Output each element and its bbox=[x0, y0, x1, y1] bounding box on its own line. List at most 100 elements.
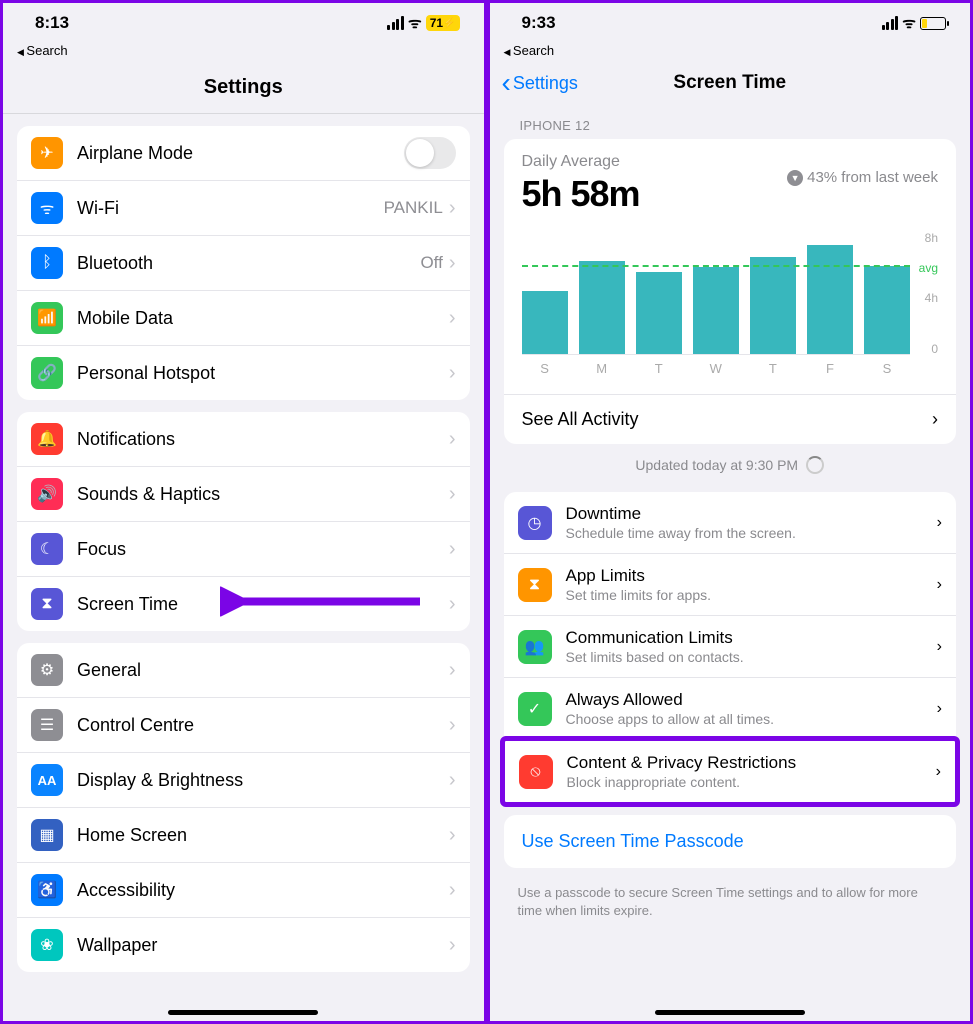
chevron-icon: › bbox=[937, 700, 942, 718]
chart-bar bbox=[522, 291, 568, 354]
breadcrumb[interactable]: Search bbox=[490, 43, 971, 64]
option-app-limits[interactable]: ⧗App LimitsSet time limits for apps.› bbox=[504, 554, 957, 616]
option-comm-limits[interactable]: 👥Communication LimitsSet limits based on… bbox=[504, 616, 957, 678]
chart-category: F bbox=[807, 361, 853, 376]
chart-bar bbox=[864, 266, 910, 355]
settings-row-display[interactable]: AADisplay & Brightness› bbox=[17, 753, 470, 808]
chevron-icon: › bbox=[449, 307, 456, 330]
moon-icon: ☾ bbox=[31, 533, 63, 565]
chevron-icon: › bbox=[449, 252, 456, 275]
chevron-icon: › bbox=[449, 934, 456, 957]
row-value: Off bbox=[420, 253, 442, 273]
option-always-allowed[interactable]: ✓ Always AllowedChoose apps to allow at a… bbox=[504, 678, 957, 740]
settings-row-airplane[interactable]: ✈Airplane Mode bbox=[17, 126, 470, 181]
chevron-icon: › bbox=[449, 714, 456, 737]
chart-category: S bbox=[522, 361, 568, 376]
chevron-icon: › bbox=[937, 638, 942, 656]
grid-icon: ▦ bbox=[31, 819, 63, 851]
settings-group: 🔔Notifications›🔊Sounds & Haptics›☾Focus›… bbox=[17, 412, 470, 631]
clock: 8:13 bbox=[35, 13, 69, 33]
row-label: Display & Brightness bbox=[77, 770, 449, 791]
option-title: App Limits bbox=[566, 566, 937, 586]
usage-card[interactable]: Daily Average 5h 58m ▼ 43% from last wee… bbox=[504, 139, 957, 444]
settings-row-sounds[interactable]: 🔊Sounds & Haptics› bbox=[17, 467, 470, 522]
settings-row-focus[interactable]: ☾Focus› bbox=[17, 522, 470, 577]
row-label: Screen Time bbox=[77, 594, 449, 615]
settings-row-wallpaper[interactable]: ❀Wallpaper› bbox=[17, 918, 470, 972]
row-label: Accessibility bbox=[77, 880, 449, 901]
settings-group: ✈Airplane ModeᯤWi-FiPANKIL›ᛒBluetoothOff… bbox=[17, 126, 470, 400]
row-label: Sounds & Haptics bbox=[77, 484, 449, 505]
cellular-icon bbox=[882, 16, 899, 30]
use-passcode-link[interactable]: Use Screen Time Passcode bbox=[504, 815, 957, 868]
cellular-icon bbox=[387, 16, 404, 30]
option-subtitle: Set time limits for apps. bbox=[566, 587, 937, 603]
switches-icon: ☰ bbox=[31, 709, 63, 741]
chevron-icon: › bbox=[936, 763, 941, 781]
chart-category: M bbox=[579, 361, 625, 376]
option-subtitle: Schedule time away from the screen. bbox=[566, 525, 937, 541]
option-subtitle: Choose apps to allow at all times. bbox=[566, 711, 937, 727]
updated-label: Updated today at 9:30 PM bbox=[490, 456, 971, 474]
wifi-status-icon: ᯤ bbox=[902, 13, 916, 33]
chart-category: T bbox=[750, 361, 796, 376]
option-title: Always Allowed bbox=[566, 690, 937, 710]
settings-row-control-centre[interactable]: ☰ Control Centre› bbox=[17, 698, 470, 753]
settings-row-screen-time[interactable]: ⧗ Screen Time› bbox=[17, 577, 470, 631]
settings-row-wifi[interactable]: ᯤWi-FiPANKIL› bbox=[17, 181, 470, 236]
chevron-icon: › bbox=[932, 409, 938, 430]
chevron-icon: › bbox=[449, 824, 456, 847]
clock: 9:33 bbox=[522, 13, 556, 33]
axis-tick: 4h bbox=[925, 291, 938, 305]
chevron-icon: › bbox=[449, 197, 456, 220]
chevron-icon: › bbox=[449, 593, 456, 616]
chevron-icon: › bbox=[937, 514, 942, 532]
screen-time-screen: 9:33 ᯤ Search ‹ Settings Screen Time iPh… bbox=[487, 0, 973, 1024]
passcode-group: Use Screen Time Passcode bbox=[504, 815, 957, 868]
home-indicator[interactable] bbox=[655, 1010, 805, 1015]
settings-row-general[interactable]: ⚙General› bbox=[17, 643, 470, 698]
chart-bar bbox=[807, 245, 853, 355]
link-icon: 🔗 bbox=[31, 357, 63, 389]
back-icon: ‹ bbox=[502, 67, 511, 99]
see-all-activity[interactable]: See All Activity › bbox=[504, 394, 957, 444]
chart-bar bbox=[693, 267, 739, 354]
row-label: General bbox=[77, 660, 449, 681]
chart-bar bbox=[750, 257, 796, 355]
settings-row-bluetooth[interactable]: ᛒBluetoothOff› bbox=[17, 236, 470, 291]
chevron-icon: › bbox=[449, 428, 456, 451]
chart-bar bbox=[579, 261, 625, 354]
status-bar: 9:33 ᯤ bbox=[490, 3, 971, 43]
settings-row-accessibility[interactable]: ♿Accessibility› bbox=[17, 863, 470, 918]
aa-icon: AA bbox=[31, 764, 63, 796]
screen-time-options: ◷DowntimeSchedule time away from the scr… bbox=[504, 492, 957, 807]
spinner-icon bbox=[806, 456, 824, 474]
hourglass-icon: ⧗ bbox=[31, 588, 63, 620]
back-button[interactable]: ‹ Settings bbox=[502, 67, 578, 99]
chevron-icon: › bbox=[449, 879, 456, 902]
flower-icon: ❀ bbox=[31, 929, 63, 961]
wifi-icon: ᯤ bbox=[31, 192, 63, 224]
row-label: Mobile Data bbox=[77, 308, 449, 329]
breadcrumb[interactable]: Search bbox=[3, 43, 484, 64]
settings-screen: 8:13 ᯤ 71⚡ Search Settings ✈Airplane Mod… bbox=[0, 0, 487, 1024]
toggle[interactable] bbox=[404, 137, 456, 169]
chart-category: T bbox=[636, 361, 682, 376]
row-label: Home Screen bbox=[77, 825, 449, 846]
settings-row-hotspot[interactable]: 🔗Personal Hotspot› bbox=[17, 346, 470, 400]
page-title: Settings bbox=[3, 64, 484, 114]
axis-tick: 0 bbox=[931, 342, 938, 356]
bluetooth-icon: ᛒ bbox=[31, 247, 63, 279]
device-label: iPhone 12 bbox=[490, 104, 971, 139]
settings-row-mobile-data[interactable]: 📶 Mobile Data› bbox=[17, 291, 470, 346]
option-content-privacy[interactable]: ⦸Content & Privacy RestrictionsBlock ina… bbox=[505, 741, 956, 802]
settings-row-home-screen[interactable]: ▦ Home Screen› bbox=[17, 808, 470, 863]
settings-row-notifications[interactable]: 🔔Notifications› bbox=[17, 412, 470, 467]
usage-chart: 8h 4h 0 avg SMTWTFS bbox=[522, 235, 939, 376]
option-title: Downtime bbox=[566, 504, 937, 524]
check-icon: ✓ bbox=[518, 692, 552, 726]
home-indicator[interactable] bbox=[168, 1010, 318, 1015]
antenna-icon: 📶 bbox=[31, 302, 63, 334]
row-label: Control Centre bbox=[77, 715, 449, 736]
option-downtime[interactable]: ◷DowntimeSchedule time away from the scr… bbox=[504, 492, 957, 554]
